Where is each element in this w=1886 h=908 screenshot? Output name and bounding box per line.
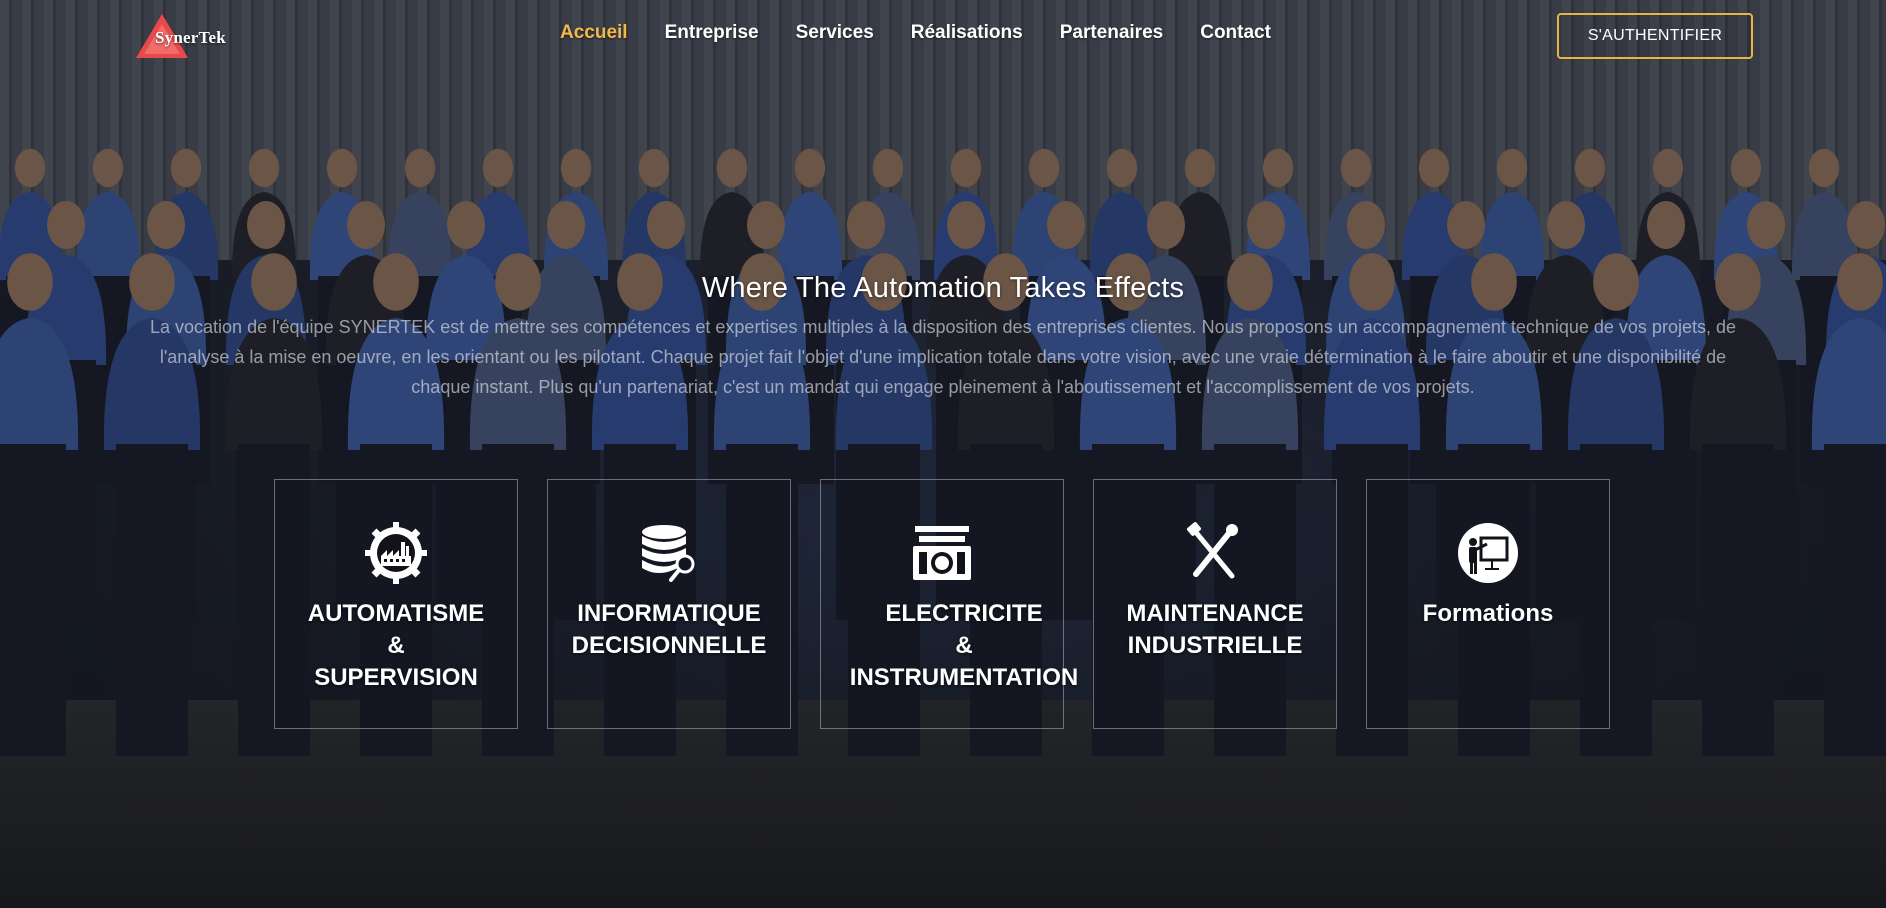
meter-icon <box>911 522 973 584</box>
tools-icon <box>1184 522 1246 584</box>
service-card-maintenance[interactable]: MAINTENANCE INDUSTRIELLE <box>1093 479 1337 729</box>
login-button[interactable]: S'AUTHENTIFIER <box>1557 13 1753 59</box>
presentation-icon <box>1457 522 1519 584</box>
main-nav: Accueil Entreprise Services Réalisations… <box>560 22 1271 44</box>
factory-gear-icon <box>365 522 427 584</box>
service-card-formations[interactable]: Formations <box>1366 479 1610 729</box>
logo-text[interactable]: SynerTek <box>155 28 226 48</box>
service-label: Formations <box>1422 600 1554 627</box>
service-card-automatisme[interactable]: AUTOMATISME & SUPERVISION <box>274 479 518 729</box>
hero-description: La vocation de l'équipe SYNERTEK est de … <box>150 317 1736 397</box>
service-label: AUTOMATISME & SUPERVISION <box>307 600 485 691</box>
nav-item-accueil[interactable]: Accueil <box>560 22 628 44</box>
nav-item-partenaires[interactable]: Partenaires <box>1060 22 1164 44</box>
nav-item-services[interactable]: Services <box>796 22 874 44</box>
hero-section: SynerTek Accueil Entreprise Services Réa… <box>0 0 1886 908</box>
services-grid: AUTOMATISME & SUPERVISION INFORMATIQUE D… <box>274 479 1610 729</box>
database-icon <box>638 522 700 584</box>
nav-item-contact[interactable]: Contact <box>1200 22 1271 44</box>
hero-title: Where The Automation Takes Effects <box>701 272 1185 304</box>
dark-overlay <box>0 0 1886 908</box>
service-label: MAINTENANCE INDUSTRIELLE <box>1126 600 1304 659</box>
nav-item-entreprise[interactable]: Entreprise <box>665 22 759 44</box>
service-card-electricite[interactable]: ELECTRICITE & INSTRUMENTATION <box>820 479 1078 729</box>
nav-item-realisations[interactable]: Réalisations <box>911 22 1023 44</box>
service-label: ELECTRICITE & INSTRUMENTATION <box>849 600 1079 691</box>
service-label: INFORMATIQUE DECISIONNELLE <box>571 600 767 659</box>
service-card-informatique[interactable]: INFORMATIQUE DECISIONNELLE <box>547 479 791 729</box>
